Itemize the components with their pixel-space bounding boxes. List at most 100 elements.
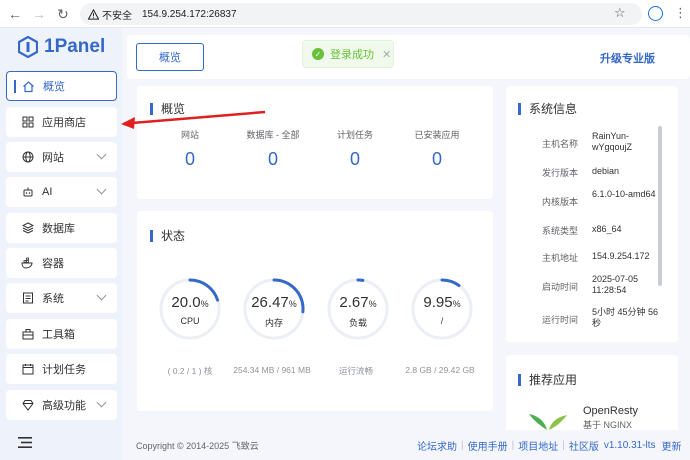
info-value: RainYun-wYgqoujZ: [592, 131, 633, 152]
info-key: 发行版本: [541, 168, 578, 178]
docker-whale-icon: [21, 257, 34, 270]
warning-triangle-icon: [88, 8, 99, 20]
stat-value: 0: [431, 149, 442, 169]
reload-icon[interactable]: ↻: [51, 2, 75, 26]
collapse-menu-icon[interactable]: [18, 437, 32, 448]
memory-gauge[interactable]: 26.47% 内存: [242, 277, 306, 341]
chevron-down-icon: [96, 184, 107, 195]
separator: |: [461, 440, 464, 451]
profile-avatar-icon[interactable]: [648, 6, 663, 21]
info-value: 2025-07-05 11:28:54: [592, 274, 639, 295]
upgrade-pro-link[interactable]: 升级专业版: [600, 50, 655, 66]
logo-hexagon-icon: [18, 36, 38, 58]
url-text: 154.9.254.172:26837: [142, 8, 237, 20]
copyright: Copyright © 2014-2025 飞致云: [136, 441, 259, 451]
disk-gauge[interactable]: 9.95% /: [410, 277, 474, 341]
update-link[interactable]: 更新: [662, 438, 682, 453]
sidebar-item-advanced[interactable]: 高级功能: [6, 390, 117, 420]
footer-links: 论坛求助 | 使用手册 | 项目地址 | 社区版 v1.10.31-lts 更新: [417, 438, 682, 453]
info-key: 运行时间: [541, 315, 578, 325]
sidebar-item-cron[interactable]: 计划任务: [6, 354, 117, 384]
version-label: v1.10.31-lts: [603, 440, 656, 451]
info-value: 5小时 45分钟 56秒: [592, 307, 659, 328]
close-icon[interactable]: ✕: [382, 48, 391, 61]
robot-icon: [21, 186, 34, 199]
stat-value: 0: [184, 149, 195, 169]
gauge-value: 9.95: [423, 294, 453, 311]
sidebar-item-database[interactable]: 数据库: [6, 213, 117, 243]
sidebar-item-toolbox[interactable]: 工具箱: [6, 319, 117, 349]
sidebar-item-websites[interactable]: 网站: [6, 142, 117, 172]
info-key: 系统类型: [541, 226, 578, 236]
sidebar-item-label: 工具箱: [42, 329, 75, 341]
forward-icon[interactable]: →: [27, 2, 51, 26]
system-icon: [21, 292, 34, 305]
gauge-name: /: [440, 316, 444, 326]
info-scrollbar[interactable]: [658, 126, 662, 286]
gauge-unit: %: [200, 299, 209, 309]
sidebar-item-app-store[interactable]: 应用商店: [6, 107, 117, 137]
sidebar-item-label: 网站: [42, 152, 64, 164]
stat-label: 网站: [180, 130, 199, 140]
gauge-unit: %: [288, 299, 297, 309]
overview-title: 概览: [150, 100, 185, 117]
cpu-gauge[interactable]: 20.0% CPU: [158, 277, 222, 341]
insecure-label: 不安全: [102, 10, 132, 22]
insecure-warning[interactable]: 不安全: [88, 7, 132, 22]
toast-message: 登录成功: [330, 49, 374, 61]
info-key: 主机名称: [541, 139, 578, 149]
gauge-name: CPU: [180, 316, 200, 326]
sidebar-item-ai[interactable]: AI: [6, 177, 117, 207]
sidebar-item-system[interactable]: 系统: [6, 283, 117, 313]
home-icon: [22, 80, 35, 93]
logo-text: 1Panel: [44, 36, 106, 57]
back-icon[interactable]: ←: [3, 2, 27, 26]
info-value: debian: [592, 166, 620, 176]
sidebar-item-overview[interactable]: 概览: [6, 71, 117, 101]
apps-grid-icon: [21, 116, 34, 129]
sidebar-item-label: 高级功能: [42, 400, 86, 412]
database-layers-icon: [21, 222, 34, 235]
link-manual[interactable]: 使用手册: [468, 438, 508, 453]
chevron-down-icon: [96, 149, 107, 160]
gauge-value: 20.0: [171, 294, 201, 311]
sidebar-item-label: 应用商店: [42, 117, 86, 129]
address-bar[interactable]: 不安全 154.9.254.172:26837: [80, 3, 642, 25]
load-gauge[interactable]: 2.67% 负载: [326, 277, 390, 341]
recommend-title: 推荐应用: [518, 371, 577, 388]
info-value: 6.1.0-10-amd64: [592, 189, 656, 199]
link-project[interactable]: 项目地址: [518, 438, 558, 453]
check-circle-icon: ✓: [312, 48, 324, 60]
stat-label: 计划任务: [336, 130, 373, 140]
separator: |: [562, 440, 565, 451]
link-forum[interactable]: 论坛求助: [417, 438, 457, 453]
gauge-name: 负载: [348, 318, 367, 328]
browser-menu-icon[interactable]: ⋮: [674, 5, 687, 21]
system-info-title: 系统信息: [518, 100, 577, 117]
sidebar-item-label: 计划任务: [42, 364, 86, 376]
app-name[interactable]: OpenResty: [583, 405, 638, 417]
link-community-edition[interactable]: 社区版: [569, 438, 599, 453]
tab-overview[interactable]: 概览: [136, 43, 204, 71]
bookmark-star-icon[interactable]: ☆: [614, 5, 626, 21]
stat-databases[interactable]: 数据库 - 全部 0: [233, 128, 313, 170]
chevron-down-icon: [96, 290, 107, 301]
sidebar-item-label: 概览: [43, 81, 65, 93]
disk-detail: 2.8 GB / 29.42 GB: [405, 365, 475, 375]
sidebar-item-label: 数据库: [42, 223, 75, 235]
separator: |: [511, 440, 515, 451]
status-title: 状态: [150, 227, 185, 244]
calendar-task-icon: [21, 363, 34, 376]
gauge-value: 2.67: [339, 294, 369, 311]
stat-installed-apps[interactable]: 已安装应用 0: [397, 128, 477, 170]
toolbox-icon: [21, 328, 34, 341]
stat-label: 已安装应用: [414, 130, 460, 140]
stat-websites[interactable]: 网站 0: [150, 128, 230, 170]
app-logo[interactable]: 1Panel: [18, 36, 105, 58]
gauge-unit: %: [452, 299, 461, 309]
stat-cron-jobs[interactable]: 计划任务 0: [315, 128, 395, 170]
gauge-name: 内存: [264, 318, 283, 328]
sidebar-item-containers[interactable]: 容器: [6, 248, 117, 278]
info-key: 内核版本: [541, 197, 578, 207]
sidebar-item-label: 系统: [42, 293, 64, 305]
